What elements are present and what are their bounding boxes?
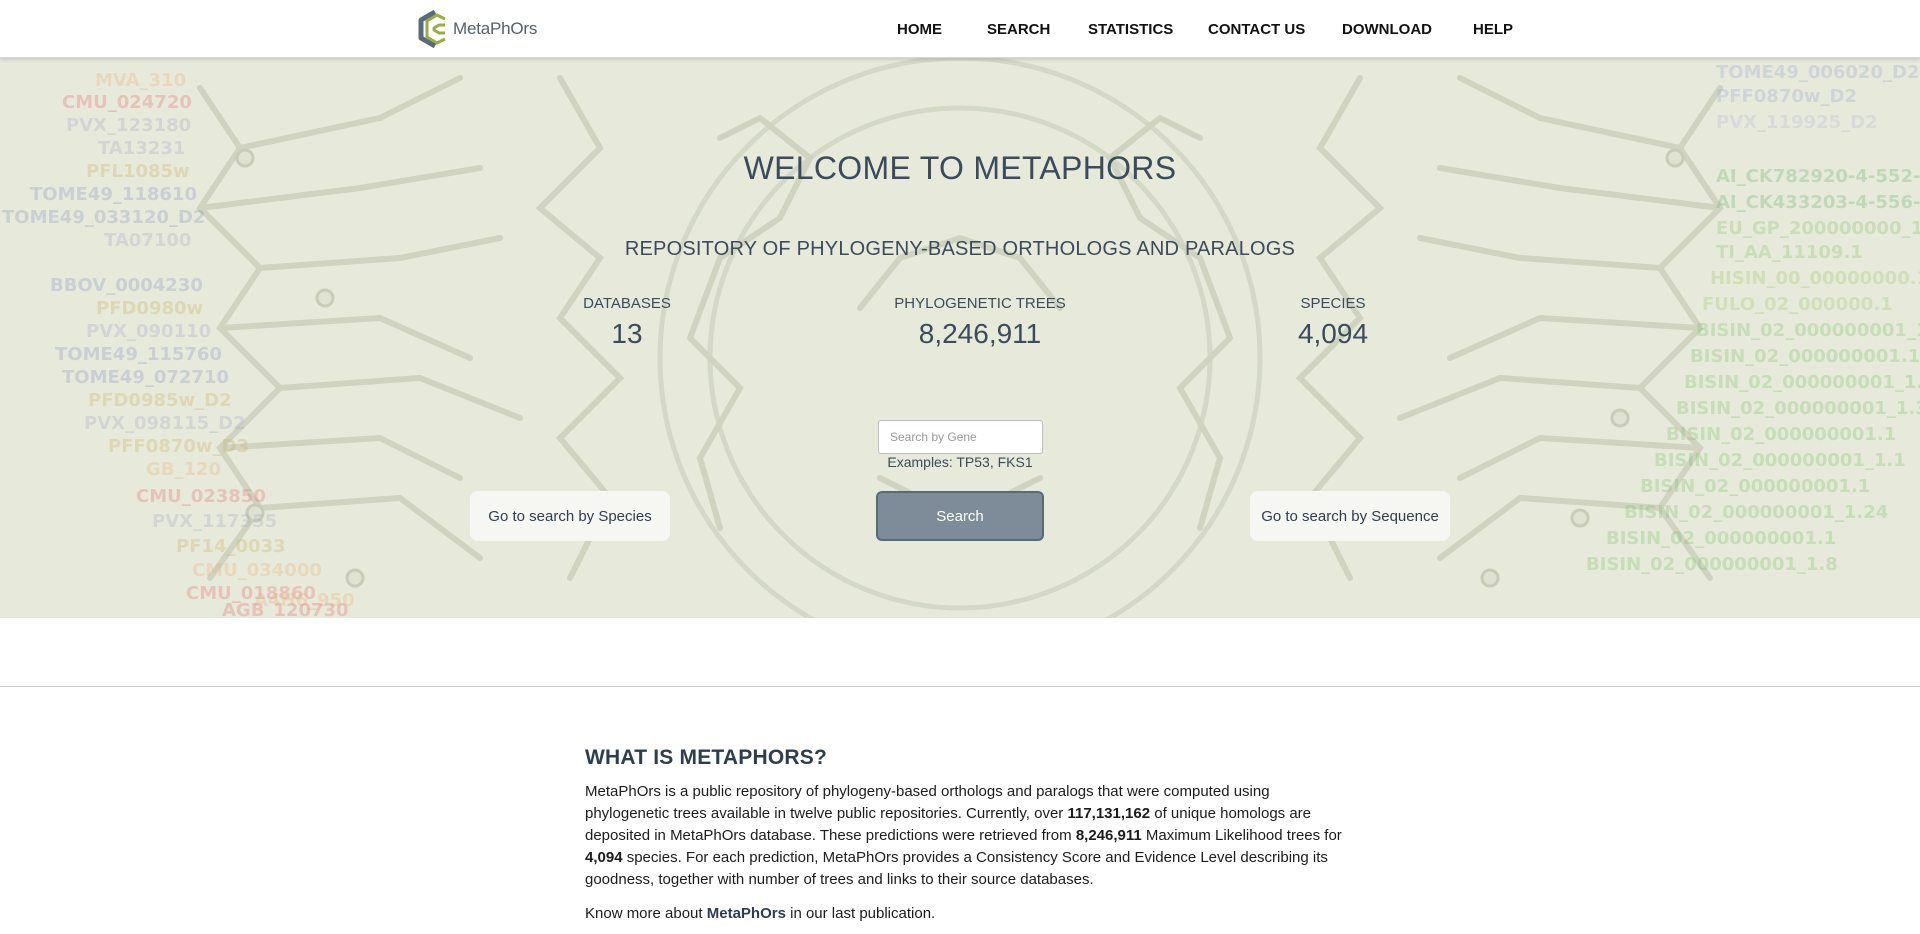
- about-description: MetaPhOrs is a public repository of phyl…: [585, 781, 1345, 891]
- bg-tree-label: CMU_024720: [62, 92, 192, 113]
- bg-tree-label: BISIN_02_000000001.1: [1666, 424, 1896, 445]
- nav-help[interactable]: HELP: [1473, 21, 1513, 38]
- publication-text: Know more about: [585, 905, 707, 922]
- nav-search[interactable]: SEARCH: [987, 21, 1050, 38]
- stat-species: SPECIES 4,094: [1183, 295, 1483, 350]
- section-divider: [0, 686, 1920, 687]
- bg-tree-label: BISIN_02_000000001_1.33: [1676, 398, 1920, 419]
- publication-link[interactable]: MetaPhOrs: [707, 905, 786, 922]
- top-navbar: MetaPhOrs HOME SEARCH STATISTICS CONTACT…: [0, 0, 1920, 58]
- bg-tree-label: BISIN_02_000000001_1.22: [1684, 372, 1920, 393]
- bg-tree-label: TOME49_033120_D2: [2, 207, 205, 228]
- hero-title: WELCOME TO METAPHORS: [743, 150, 1177, 186]
- stat-phylogenetic-trees: PHYLOGENETIC TREES 8,246,911: [830, 295, 1130, 350]
- nav-contact-us[interactable]: CONTACT US: [1208, 21, 1305, 38]
- bg-tree-label: BISIN_02_000000001.1: [1640, 476, 1870, 497]
- about-section: WHAT IS METAPHORS? MetaPhOrs is a public…: [585, 746, 1345, 922]
- stat-label: PHYLOGENETIC TREES: [894, 295, 1066, 312]
- stat-databases: DATABASES 13: [477, 295, 777, 350]
- gene-search-input[interactable]: [878, 420, 1043, 454]
- about-text-part: Maximum Likelihood trees for: [1141, 827, 1342, 844]
- bg-tree-label: CMU_034000: [192, 560, 322, 581]
- about-text-part: species. For each prediction, MetaPhOrs …: [585, 849, 1328, 888]
- bg-tree-label: CMU_023850: [136, 486, 266, 507]
- stat-label: DATABASES: [583, 295, 671, 312]
- bg-tree-label: PVX_090110: [86, 321, 211, 342]
- publication-note: Know more about MetaPhOrs in our last pu…: [585, 905, 1345, 922]
- homologs-count: 117,131,162: [1067, 805, 1151, 822]
- search-examples: Examples: TP53, FKS1: [887, 454, 1033, 470]
- bg-tree-label: BISIN_02_000000001_1.8: [1586, 554, 1838, 575]
- bg-tree-label: BBOV_0004230: [50, 275, 203, 296]
- brand-name: MetaPhOrs: [453, 19, 538, 38]
- stat-label: SPECIES: [1300, 295, 1366, 312]
- bg-tree-label: HISIN_00_00000000.1: [1710, 268, 1920, 289]
- bg-tree-label: PVX_098115_D2: [84, 413, 246, 434]
- nav-statistics[interactable]: STATISTICS: [1088, 21, 1173, 38]
- species-count: 4,094: [585, 849, 623, 866]
- bg-tree-label: PVX_123180: [66, 115, 191, 136]
- bg-tree-label: TOME49_072710: [62, 367, 229, 388]
- bg-tree-label: PFF0870w_D2: [1716, 86, 1857, 107]
- bg-tree-label: TOME49_118610: [30, 184, 197, 205]
- stat-value: 13: [611, 318, 643, 349]
- search-by-sequence-button[interactable]: Go to search by Sequence: [1250, 491, 1450, 541]
- stat-value: 8,246,911: [918, 318, 1042, 349]
- metaphors-logo-icon: [418, 10, 446, 48]
- bg-tree-label: PVX_117355: [152, 511, 277, 532]
- bg-tree-label: TOME49_115760: [55, 344, 222, 365]
- search-button[interactable]: Search: [876, 491, 1044, 541]
- bg-tree-label: MVA_310: [95, 70, 186, 91]
- hero-subtitle: REPOSITORY OF PHYLOGENY-BASED ORTHOLOGS …: [624, 238, 1296, 260]
- nav-download[interactable]: DOWNLOAD: [1342, 21, 1432, 38]
- publication-text: in our last publication.: [785, 905, 936, 922]
- nav-home[interactable]: HOME: [897, 21, 942, 38]
- bg-tree-label: AI_CK433203-4-556-47: [1716, 192, 1920, 213]
- about-title: WHAT IS METAPHORS?: [585, 746, 827, 769]
- bg-tree-label: AGB_120730: [222, 600, 349, 618]
- bg-tree-label: PF14_0033: [176, 536, 286, 557]
- bg-tree-label: BISIN_02_000000001.1: [1690, 346, 1920, 367]
- bg-tree-label: EU_GP_200000000_1.12: [1716, 218, 1920, 239]
- bg-tree-label: BISIN_02_000000001.1: [1606, 528, 1836, 549]
- bg-tree-label: BISIN_02_000000001_1.24: [1696, 320, 1920, 341]
- bg-tree-label: TOME49_006020_D2: [1716, 62, 1919, 83]
- search-by-species-button[interactable]: Go to search by Species: [470, 491, 670, 541]
- bg-tree-label: PVX_119925_D2: [1716, 112, 1878, 133]
- trees-count: 8,246,911: [1075, 827, 1142, 844]
- hero-section: MVA_310 CMU_024720 PVX_123180 TA13231 PF…: [0, 58, 1920, 618]
- bg-tree-label: BISIN_02_000000001_1.24: [1624, 502, 1888, 523]
- brand-link[interactable]: MetaPhOrs: [415, 10, 537, 48]
- bg-tree-label: PFD0985w_D2: [88, 390, 232, 411]
- stat-value: 4,094: [1297, 318, 1369, 349]
- bg-tree-label: FULO_02_000000.1: [1702, 294, 1893, 315]
- bg-tree-label: PFD0980w: [96, 298, 203, 319]
